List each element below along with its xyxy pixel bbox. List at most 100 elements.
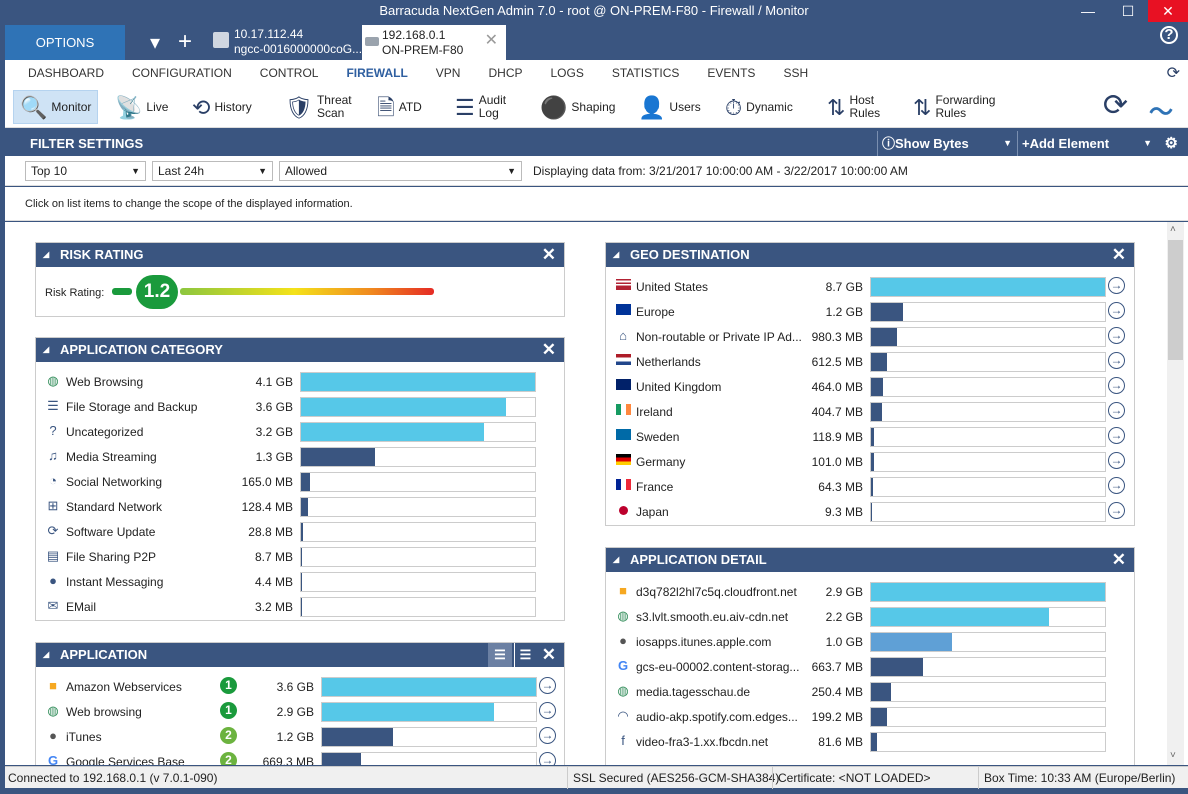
close-button[interactable]: ✕ [1148, 0, 1188, 22]
collapse-icon[interactable]: ◢ [613, 243, 619, 267]
list-item[interactable]: United States 8.7 GB → [606, 274, 1134, 299]
add-tab-icon[interactable]: + [178, 28, 192, 56]
list-item[interactable]: ■ Amazon Webservices 1 3.6 GB → [36, 674, 564, 699]
tab-ngcc[interactable]: 10.17.112.44 ngcc-0016000000coG... [234, 27, 362, 57]
show-bytes-dropdown[interactable]: ⓘShow Bytes ▼ [877, 131, 1017, 156]
scroll-up-icon[interactable]: ˄ [1170, 224, 1176, 235]
nav-dhcp[interactable]: DHCP [488, 66, 522, 80]
list-item[interactable]: ● iTunes 2 1.2 GB → [36, 724, 564, 749]
arrow-right-icon[interactable]: → [539, 727, 556, 744]
arrow-right-icon[interactable]: → [1108, 427, 1125, 444]
gear-icon[interactable]: ⚙ [1165, 131, 1178, 156]
collapse-icon[interactable]: ◢ [43, 243, 49, 267]
list-item[interactable]: ◠ audio-akp.spotify.com.edges... 199.2 MB [606, 704, 1134, 729]
toolbar-threat[interactable]: 🛡 Threat Scan [285, 90, 352, 124]
scroll-down-icon[interactable]: ˅ [1170, 750, 1176, 761]
toolbar-forwarding[interactable]: ⇅ Forwarding Rules [913, 90, 995, 124]
list-item[interactable]: ■ d3q782l2hl7c5q.cloudfront.net 2.9 GB [606, 579, 1134, 604]
tree-view-icon[interactable]: ☰ [514, 643, 536, 667]
arrow-right-icon[interactable]: → [1108, 277, 1125, 294]
list-item[interactable]: ◍ Web browsing 1 2.9 GB → [36, 699, 564, 724]
arrow-right-icon[interactable]: → [1108, 402, 1125, 419]
arrow-right-icon[interactable]: → [539, 677, 556, 694]
list-item[interactable]: ● iosapps.itunes.apple.com 1.0 GB [606, 629, 1134, 654]
close-tab-icon[interactable]: ✕ [485, 33, 498, 49]
toolbar-history[interactable]: ⟲ History [192, 90, 252, 124]
scrollbar-thumb[interactable] [1168, 240, 1183, 360]
list-item[interactable]: ● Instant Messaging 4.4 MB [36, 569, 564, 594]
list-item[interactable]: ▤ File Sharing P2P 8.7 MB [36, 544, 564, 569]
nav-dashboard[interactable]: DASHBOARD [28, 66, 104, 80]
maximize-button[interactable]: ☐ [1108, 0, 1148, 22]
list-item[interactable]: Netherlands 612.5 MB → [606, 349, 1134, 374]
nav-control[interactable]: CONTROL [260, 66, 319, 80]
list-item[interactable]: ⟳ Software Update 28.8 MB [36, 519, 564, 544]
list-item[interactable]: f video-fra3-1.xx.fbcdn.net 81.6 MB [606, 729, 1134, 754]
toolbar-dynamic[interactable]: ⏱ Dynamic [725, 90, 793, 124]
tab-on-prem-f80[interactable]: 192.168.0.1 ON-PREM-F80 ✕ [362, 25, 506, 60]
options-button[interactable]: OPTIONS [5, 25, 125, 60]
list-item[interactable]: United Kingdom 464.0 MB → [606, 374, 1134, 399]
list-item[interactable]: ◍ s3.lvlt.smooth.eu.aiv-cdn.net 2.2 GB [606, 604, 1134, 629]
help-icon[interactable]: ? [1160, 26, 1178, 44]
nav-firewall[interactable]: FIREWALL [346, 66, 407, 80]
activity-icon[interactable]: 〜 [1149, 92, 1173, 127]
collapse-icon[interactable]: ◢ [43, 643, 49, 667]
list-item[interactable]: ✉ EMail 3.2 MB [36, 594, 564, 619]
list-item[interactable]: Sweden 118.9 MB → [606, 424, 1134, 449]
arrow-right-icon[interactable]: → [1108, 327, 1125, 344]
minimize-button[interactable]: — [1068, 0, 1108, 22]
list-item[interactable]: ◍ media.tagesschau.de 250.4 MB [606, 679, 1134, 704]
close-icon[interactable]: ✕ [542, 338, 556, 362]
list-item[interactable]: ⌂ Non-routable or Private IP Ad... 980.3 M… [606, 324, 1134, 349]
toolbar-live[interactable]: 📡 Live [115, 90, 168, 124]
nav-vpn[interactable]: VPN [436, 66, 461, 80]
reload-icon[interactable]: ⟳ [1103, 88, 1128, 123]
nav-ssh[interactable]: SSH [783, 66, 808, 80]
arrow-right-icon[interactable]: → [1108, 502, 1125, 519]
list-item[interactable]: ♫ Media Streaming 1.3 GB [36, 444, 564, 469]
collapse-icon[interactable]: ◢ [613, 548, 619, 572]
list-item[interactable]: G Google Services Base 2 669.3 MB → [36, 749, 564, 765]
list-item[interactable]: Japan 9.3 MB → [606, 499, 1134, 524]
list-item[interactable]: ⊞ Standard Network 128.4 MB [36, 494, 564, 519]
time-range-select[interactable]: Last 24h ▼ [152, 161, 273, 181]
list-item[interactable]: Ireland 404.7 MB → [606, 399, 1134, 424]
arrow-right-icon[interactable]: → [1108, 452, 1125, 469]
arrow-right-icon[interactable]: → [1108, 352, 1125, 369]
arrow-right-icon[interactable]: → [539, 702, 556, 719]
nav-configuration[interactable]: CONFIGURATION [132, 66, 232, 80]
list-item[interactable]: ◍ Web Browsing 4.1 GB [36, 369, 564, 394]
close-icon[interactable]: ✕ [1112, 243, 1126, 267]
add-element-dropdown[interactable]: +Add Element ▼ [1017, 131, 1157, 156]
list-item[interactable]: Germany 101.0 MB → [606, 449, 1134, 474]
close-icon[interactable]: ✕ [542, 243, 556, 267]
toolbar-atd[interactable]: 🗎 ATD [377, 90, 422, 124]
close-icon[interactable]: ✕ [1112, 548, 1126, 572]
toolbar-shaping[interactable]: ⚫ Shaping [540, 90, 615, 124]
list-item[interactable]: France 64.3 MB → [606, 474, 1134, 499]
policy-select[interactable]: Allowed ▼ [279, 161, 522, 181]
toolbar-users[interactable]: 👤 Users [638, 90, 701, 124]
refresh-icon[interactable]: ⟳ [1167, 63, 1180, 83]
dropdown-tabs-icon[interactable]: ▾ [150, 30, 160, 55]
toolbar-audit[interactable]: ☰ Audit Log [455, 90, 506, 124]
list-view-icon[interactable]: ☰ [488, 643, 512, 667]
top-select[interactable]: Top 10 ▼ [25, 161, 146, 181]
close-icon[interactable]: ✕ [542, 643, 556, 667]
arrow-right-icon[interactable]: → [539, 752, 556, 765]
collapse-icon[interactable]: ◢ [43, 338, 49, 362]
list-item[interactable]: ☰ File Storage and Backup 3.6 GB [36, 394, 564, 419]
nav-events[interactable]: EVENTS [707, 66, 755, 80]
toolbar-host[interactable]: ⇅ Host Rules [827, 90, 880, 124]
arrow-right-icon[interactable]: → [1108, 302, 1125, 319]
list-item[interactable]: ? Uncategorized 3.2 GB [36, 419, 564, 444]
nav-statistics[interactable]: STATISTICS [612, 66, 680, 80]
arrow-right-icon[interactable]: → [1108, 377, 1125, 394]
list-item[interactable]: Ggcs-eu-00002.content-storag... 663.7 MB [606, 654, 1134, 679]
nav-logs[interactable]: LOGS [551, 66, 584, 80]
list-item[interactable]: Europe 1.2 GB → [606, 299, 1134, 324]
arrow-right-icon[interactable]: → [1108, 477, 1125, 494]
toolbar-monitor[interactable]: 🔍 Monitor [13, 90, 99, 124]
list-item[interactable]: ◔ Social Networking 165.0 MB [36, 469, 564, 494]
